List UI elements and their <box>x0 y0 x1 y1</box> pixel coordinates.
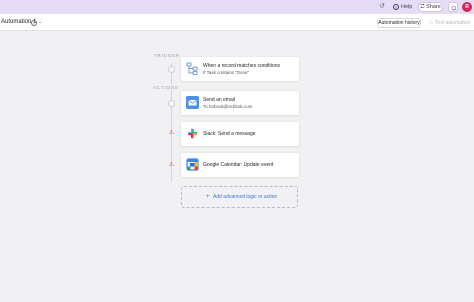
notifications-button[interactable] <box>448 2 458 12</box>
play-icon: ▷ <box>429 19 434 26</box>
share-button[interactable]: ⮂ Share <box>418 2 443 12</box>
filter-icon <box>186 62 198 75</box>
step-subtitle: To bnbnuk@scbbok.com <box>203 104 253 109</box>
automation-header: Automation 1 i ⌄ Automation history ▷ Te… <box>0 14 474 31</box>
top-bar: ↺ ? Help ⮂ Share R <box>0 0 474 14</box>
plus-icon: + <box>206 194 210 200</box>
actions-section-label: ACTIONS <box>153 85 179 90</box>
step-node <box>168 66 175 73</box>
google-calendar-icon <box>186 158 199 171</box>
share-icon: ⮂ <box>420 4 425 10</box>
help-label: Help <box>401 4 413 10</box>
warning-icon: ⚠ <box>168 162 175 168</box>
email-icon <box>186 96 199 109</box>
trigger-card[interactable]: When a record matches conditions If Task… <box>181 57 299 81</box>
test-automation-button[interactable]: ▷ Test automation <box>428 18 472 28</box>
email-action-card[interactable]: Send an email To bnbnuk@scbbok.com <box>181 91 299 115</box>
add-advanced-action-label: Add advanced logic or action <box>213 194 278 200</box>
slack-action-card[interactable]: Slack: Send a message <box>181 122 299 146</box>
automation-history-button[interactable]: Automation history <box>377 17 421 28</box>
help-icon: ? <box>393 4 399 10</box>
step-title: When a record matches conditions <box>203 63 280 69</box>
google-calendar-action-card[interactable]: Google Calendar: Update event <box>181 153 299 177</box>
step-title: Google Calendar: Update event <box>203 162 274 168</box>
step-subtitle: If Task contains "Done" <box>203 70 250 75</box>
add-advanced-action-button[interactable]: + Add advanced logic or action <box>181 186 298 208</box>
avatar[interactable]: R <box>462 2 472 12</box>
history-icon[interactable]: ↺ <box>378 3 386 11</box>
chevron-down-icon[interactable]: ⌄ <box>38 18 42 27</box>
share-label: Share <box>426 4 441 10</box>
help-button[interactable]: ? Help <box>393 2 412 12</box>
info-icon[interactable]: i <box>31 19 37 26</box>
bell-icon <box>451 5 457 11</box>
slack-icon <box>188 128 198 139</box>
trigger-section-label: TRIGGER <box>154 53 181 58</box>
warning-icon: ⚠ <box>168 130 175 136</box>
step-title: Send an email <box>203 97 235 103</box>
test-automation-label: Test automation <box>434 19 471 26</box>
step-title: Slack: Send a message <box>203 131 256 137</box>
step-node <box>168 100 175 107</box>
